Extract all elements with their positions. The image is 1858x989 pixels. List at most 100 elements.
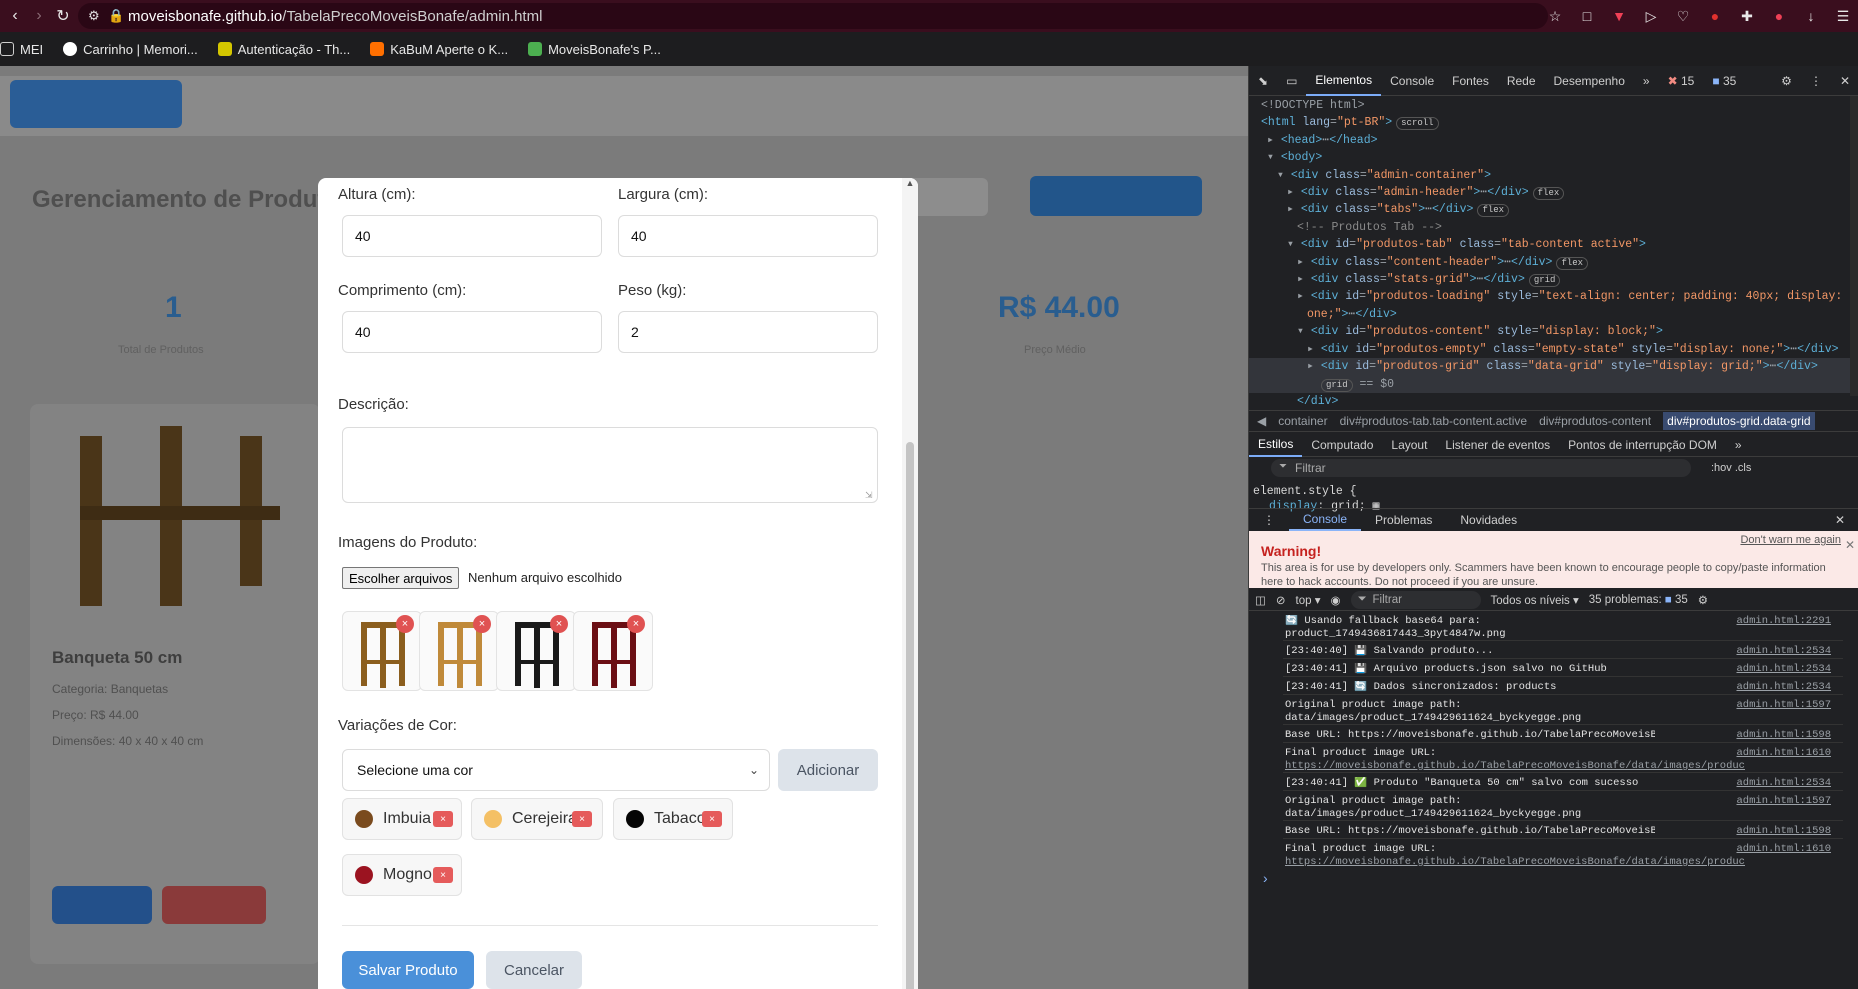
breadcrumb-item[interactable]: container (1278, 414, 1327, 428)
levels-select[interactable]: Todos os níveis ▾ (1491, 593, 1579, 607)
address-bar[interactable]: ⚙ 🔒 moveisbonafe.github.io/TabelaPrecoMo… (78, 3, 1548, 29)
inspect-icon[interactable]: ⬊ (1249, 66, 1277, 96)
console-log[interactable]: 🔄 Usando fallback base64 para: product_1… (1249, 612, 1858, 892)
bookmark-item[interactable]: MoveisBonafe's P... (528, 42, 661, 57)
settings-icon[interactable]: ⚙ (1772, 66, 1801, 96)
dom-line[interactable]: ▸ <div class="stats-grid">⋯</div> grid (1249, 271, 1858, 288)
bookmark-item[interactable]: Autenticação - Th... (217, 42, 350, 57)
close-icon[interactable]: ✕ (1845, 538, 1855, 552)
problems-counter[interactable]: 35 problemas: ■ 35 (1589, 594, 1688, 606)
add-color-button[interactable]: Adicionar (778, 749, 878, 791)
source-link[interactable]: admin.html:2534 (1736, 645, 1831, 658)
device-toggle-icon[interactable]: ▭ (1277, 66, 1306, 96)
comprimento-input[interactable]: 40 (342, 311, 602, 353)
dom-line[interactable]: ▸ <head>⋯</head> (1249, 132, 1858, 149)
cancel-button[interactable]: Cancelar (486, 951, 582, 989)
kebab-menu-icon[interactable]: ⋮ (1801, 66, 1831, 96)
dom-line[interactable]: <html lang="pt-BR"> scroll (1249, 114, 1858, 131)
tab-rede[interactable]: Rede (1498, 66, 1545, 96)
puzzle-icon[interactable]: ✚ (1738, 4, 1756, 28)
dom-tree-scrollbar[interactable] (1850, 96, 1858, 396)
context-select[interactable]: top ▾ (1296, 593, 1321, 607)
eye-icon[interactable]: ◉ (1330, 593, 1340, 607)
dom-tree[interactable]: <!DOCTYPE html> <html lang="pt-BR"> scrol… (1249, 97, 1858, 409)
source-link[interactable]: admin.html:2534 (1736, 777, 1831, 790)
dom-line[interactable]: ▾ <body> (1249, 149, 1858, 166)
tab-desempenho[interactable]: Desempenho (1545, 66, 1634, 96)
remove-image-button[interactable]: × (627, 615, 645, 633)
heart-icon[interactable]: ♡ (1674, 4, 1692, 28)
tab-problemas[interactable]: Problemas (1361, 509, 1446, 531)
forward-icon[interactable]: › (26, 3, 52, 29)
altura-input[interactable]: 40 (342, 215, 602, 257)
more-tabs-icon[interactable]: » (1634, 66, 1659, 96)
scroll-up-icon[interactable]: ▲ (904, 178, 916, 188)
remove-image-button[interactable]: × (396, 615, 414, 633)
dom-line[interactable]: ▸ <div class="content-header">⋯</div> fle… (1249, 254, 1858, 271)
tab-console[interactable]: Console (1381, 66, 1443, 96)
save-product-button[interactable]: Salvar Produto (342, 951, 474, 989)
source-link[interactable]: admin.html:1597 (1736, 795, 1831, 808)
dont-warn-link[interactable]: Don't warn me again (1740, 534, 1841, 546)
tab-fontes[interactable]: Fontes (1443, 66, 1498, 96)
download-icon[interactable]: ↓ (1802, 4, 1820, 28)
remove-color-button[interactable]: × (433, 811, 453, 827)
source-link[interactable]: admin.html:1597 (1736, 699, 1831, 712)
tab-computado[interactable]: Computado (1302, 433, 1382, 457)
source-link[interactable]: admin.html:1598 (1736, 825, 1831, 838)
console-prompt-icon[interactable]: › (1263, 870, 1268, 886)
resize-grip-icon[interactable]: ⇲ (865, 490, 875, 500)
dom-line[interactable]: grid == $0 (1249, 375, 1858, 393)
remove-image-button[interactable]: × (473, 615, 491, 633)
breadcrumb-back-icon[interactable]: ◀ (1257, 414, 1266, 428)
choose-files-button[interactable]: Escolher arquivos (342, 567, 460, 589)
console-filter-input[interactable]: ⏷ Filtrar (1350, 590, 1481, 609)
tab-event-listeners[interactable]: Listener de eventos (1436, 433, 1559, 457)
source-link[interactable]: admin.html:2291 (1736, 615, 1831, 628)
source-link[interactable]: admin.html:1610 (1736, 747, 1831, 760)
tab-layout[interactable]: Layout (1382, 433, 1436, 457)
menu-icon[interactable]: ☰ (1834, 4, 1852, 28)
drawer-menu-icon[interactable]: ⋮ (1249, 509, 1289, 531)
breadcrumb-item[interactable]: div#produtos-tab.tab-content.active (1340, 414, 1527, 428)
tab-novidades[interactable]: Novidades (1446, 509, 1531, 531)
dom-line[interactable]: ▾ <div id="produtos-tab" class="tab-cont… (1249, 236, 1858, 253)
screenshot-icon[interactable]: □ (1578, 4, 1596, 28)
dom-line[interactable]: ▸ <div id="produtos-loading" style="text… (1249, 288, 1858, 305)
bookmark-item[interactable]: Carrinho | Memori... (63, 42, 198, 57)
dom-line[interactable]: ▾ <div id="produtos-content" style="disp… (1249, 323, 1858, 340)
dom-line[interactable]: ▸ <div id="produtos-empty" class="empty-… (1249, 341, 1858, 358)
dom-line[interactable]: ▸ <div class="tabs">⋯</div> flex (1249, 201, 1858, 218)
dom-line[interactable]: ▾ <div class="admin-container"> (1249, 167, 1858, 184)
color-select[interactable]: Selecione uma cor ⌄ (342, 749, 770, 791)
bookmark-item[interactable]: MEI (0, 42, 43, 57)
largura-input[interactable]: 40 (618, 215, 878, 257)
remove-color-button[interactable]: × (433, 867, 453, 883)
styles-filter-input[interactable]: ⏷ Filtrar (1271, 459, 1691, 477)
console-settings-icon[interactable]: ⚙ (1698, 593, 1708, 607)
tab-elementos[interactable]: Elementos (1306, 66, 1382, 96)
scrollbar-thumb[interactable] (906, 442, 914, 989)
peso-input[interactable]: 2 (618, 311, 878, 353)
error-counter[interactable]: ✖ 15 (1659, 66, 1704, 96)
dom-line-selected[interactable]: ▸ <div id="produtos-grid" class="data-gr… (1249, 358, 1858, 376)
back-icon[interactable]: ‹ (2, 3, 28, 29)
hov-cls-toggle[interactable]: :hov .cls (1711, 462, 1751, 474)
dom-line[interactable]: <!-- Produtos Tab --> (1249, 219, 1858, 236)
tab-console-drawer[interactable]: Console (1289, 509, 1362, 531)
clear-console-icon[interactable]: ⊘ (1276, 593, 1286, 607)
source-link[interactable]: admin.html:1610 (1736, 843, 1831, 856)
breadcrumb-item[interactable]: div#produtos-content (1539, 414, 1651, 428)
reload-icon[interactable]: ↻ (50, 3, 76, 29)
more-tabs-icon[interactable]: » (1726, 433, 1751, 457)
breadcrumb-item-active[interactable]: div#produtos-grid.data-grid (1663, 412, 1815, 430)
descricao-textarea[interactable]: ⇲ (342, 427, 878, 503)
remove-color-button[interactable]: × (702, 811, 722, 827)
dom-line[interactable]: one;">⋯</div> (1249, 306, 1858, 323)
message-counter[interactable]: ■ 35 (1703, 66, 1745, 96)
close-drawer-icon[interactable]: ✕ (1821, 509, 1858, 531)
ublock-icon[interactable]: ● (1706, 4, 1724, 28)
play-icon[interactable]: ▷ (1642, 4, 1660, 28)
tab-dom-breakpoints[interactable]: Pontos de interrupção DOM (1559, 433, 1726, 457)
dom-line[interactable]: </div> (1249, 393, 1858, 409)
